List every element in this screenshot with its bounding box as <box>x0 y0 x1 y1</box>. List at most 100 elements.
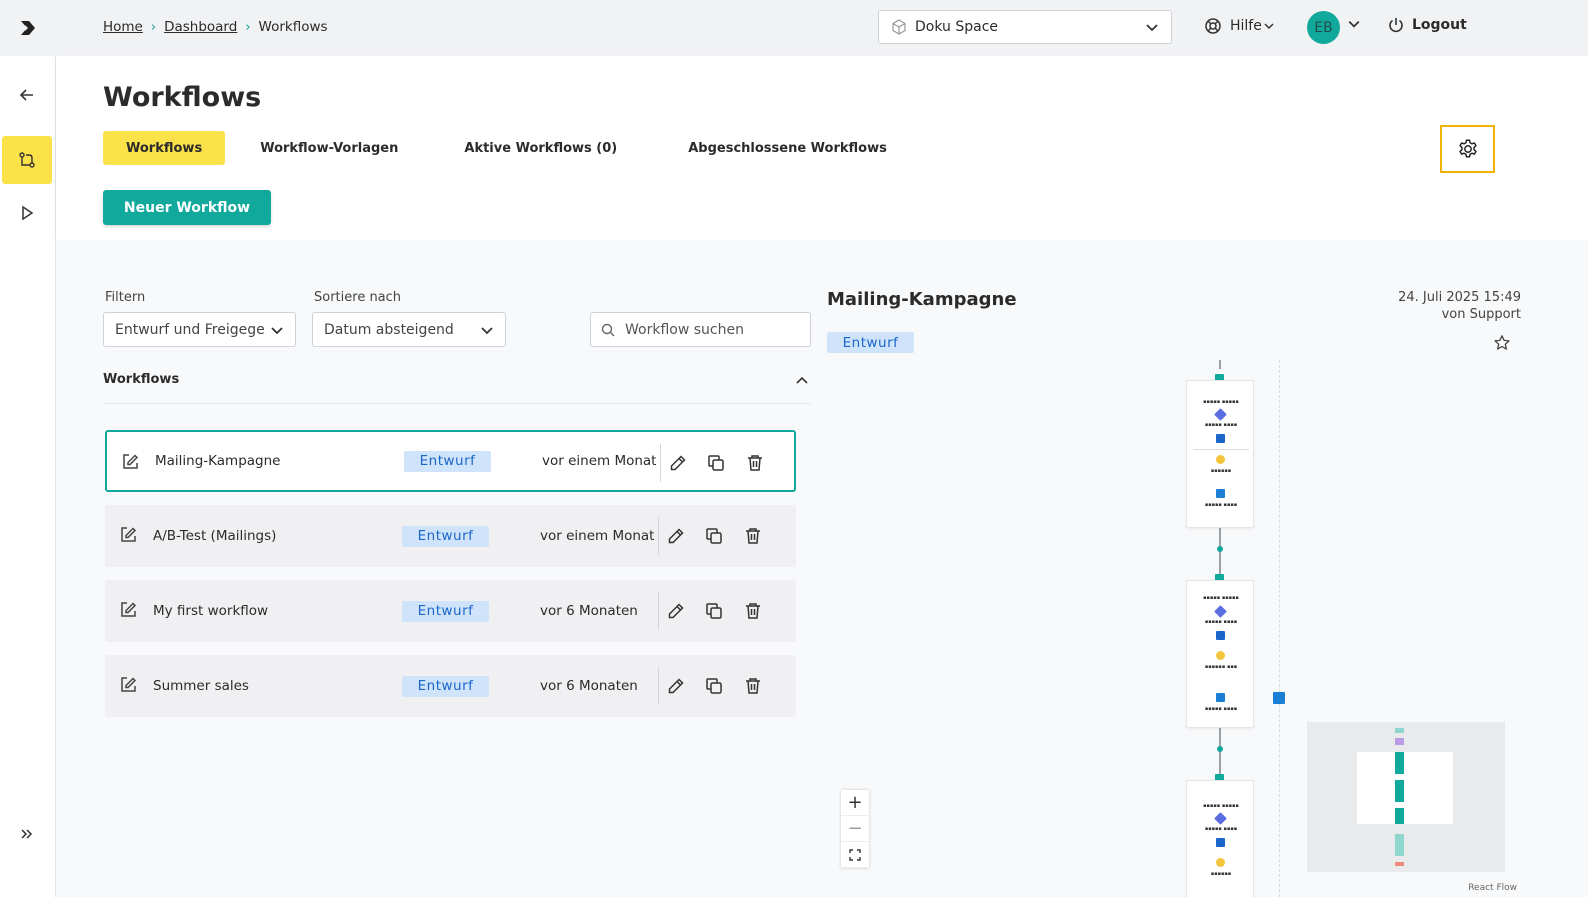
workflow-row[interactable]: Summer sales Entwurf vor 6 Monaten <box>105 655 796 717</box>
status-badge: Entwurf <box>402 525 489 547</box>
workflow-row[interactable]: Mailing-Kampagne Entwurf vor einem Monat <box>105 430 796 492</box>
chevron-right-icon: › <box>245 19 251 35</box>
pencil-icon <box>668 678 684 694</box>
workflow-name: A/B-Test (Mailings) <box>153 528 277 544</box>
pencil-icon <box>670 455 686 471</box>
breadcrumb-dashboard[interactable]: Dashboard <box>164 19 237 35</box>
status-badge: Entwurf <box>402 675 489 697</box>
trash-icon <box>746 678 760 694</box>
duplicate-button[interactable] <box>703 600 725 622</box>
workflows-section-header[interactable]: Workflows <box>103 372 811 404</box>
node-label-line: ▪▪▪▪▪ ▪▪▪▪ <box>1204 706 1238 712</box>
sidebar-item-workflows[interactable] <box>2 136 52 184</box>
edit-button[interactable] <box>665 600 687 622</box>
flow-node[interactable]: ▪▪▪▪▪ ▪▪▪▪▪ ▪▪▪▪▪ ▪▪▪▪ ▪▪▪▪▪▪ ▪▪▪▪▪ ▪▪▪▪ <box>1186 380 1254 528</box>
react-flow-attribution[interactable]: React Flow <box>1468 883 1517 893</box>
expand-sidebar-button[interactable] <box>2 810 52 858</box>
workflow-name: Summer sales <box>153 678 249 694</box>
send-icon <box>1216 489 1225 498</box>
workflow-date: vor einem Monat <box>540 528 655 544</box>
space-select[interactable]: Doku Space <box>878 10 1172 44</box>
tab-active-workflows[interactable]: Aktive Workflows (0) <box>441 131 640 165</box>
node-label-line: ▪▪▪▪▪▪ <box>1210 468 1232 474</box>
edit-square-icon <box>121 677 137 692</box>
detail-author: von Support <box>1441 307 1521 322</box>
logout-button[interactable]: Logout <box>1388 17 1467 33</box>
back-button[interactable] <box>2 71 52 119</box>
node-label-line: ▪▪▪▪▪ ▪▪▪▪▪ <box>1203 803 1239 809</box>
sort-select-value: Datum absteigend <box>324 321 454 338</box>
detail-status-badge: Entwurf <box>827 332 914 353</box>
tab-workflows[interactable]: Workflows <box>103 131 226 165</box>
avatar[interactable]: EB <box>1307 11 1340 44</box>
duplicate-button[interactable] <box>703 525 725 547</box>
delete-button[interactable] <box>742 675 764 697</box>
divider <box>658 517 659 555</box>
workflow-date: vor 6 Monaten <box>540 678 638 694</box>
flow-node[interactable]: ▪▪▪▪▪ ▪▪▪▪▪ ▪▪▪▪▪ ▪▪▪▪ ▪▪▪▪▪▪ ▪▪▪ ▪▪▪▪▪ … <box>1186 580 1254 728</box>
star-icon[interactable] <box>1493 334 1511 352</box>
minimap-node <box>1395 728 1404 733</box>
tab-workflow-templates[interactable]: Workflow-Vorlagen <box>237 131 421 165</box>
minimap-viewport <box>1357 752 1453 824</box>
workflow-row[interactable]: A/B-Test (Mailings) Entwurf vor einem Mo… <box>105 505 796 567</box>
edit-button[interactable] <box>667 452 689 474</box>
mailing-icon <box>1216 455 1225 464</box>
trash-icon <box>746 603 760 619</box>
diamond-icon <box>1214 605 1227 618</box>
fullscreen-icon <box>849 848 861 861</box>
flow-canvas[interactable]: ▪▪▪▪▪ ▪▪▪▪▪ ▪▪▪▪▪ ▪▪▪▪ ▪▪▪▪▪▪ ▪▪▪▪▪ ▪▪▪▪… <box>827 360 1521 897</box>
trash-icon <box>748 455 762 471</box>
tab-completed-workflows[interactable]: Abgeschlossene Workflows <box>665 131 910 165</box>
node-label-line: ▪▪▪▪▪▪ ▪▪▪ <box>1204 664 1238 670</box>
flow-edge <box>1219 728 1221 778</box>
copy-icon <box>706 603 722 619</box>
delete-button[interactable] <box>744 452 766 474</box>
delete-button[interactable] <box>742 525 764 547</box>
app-logo[interactable] <box>0 0 56 56</box>
detail-title: Mailing-Kampagne <box>827 289 1017 310</box>
delete-button[interactable] <box>742 600 764 622</box>
flow-node[interactable]: ▪▪▪▪▪ ▪▪▪▪▪ ▪▪▪▪▪ ▪▪▪▪ ▪▪▪▪▪▪ <box>1186 780 1254 897</box>
zoom-in-button[interactable]: + <box>841 790 869 816</box>
divider <box>658 667 659 705</box>
mailing-icon <box>1216 651 1225 660</box>
search-input[interactable] <box>625 321 795 338</box>
chevron-down-icon[interactable] <box>1348 18 1360 30</box>
section-title: Workflows <box>103 372 180 387</box>
copy-icon <box>706 528 722 544</box>
logo-icon <box>21 21 35 35</box>
help-menu[interactable]: Hilfe <box>1204 17 1274 35</box>
sort-select[interactable]: Datum absteigend <box>312 312 506 347</box>
edit-button[interactable] <box>665 525 687 547</box>
mailing-icon <box>1216 858 1225 867</box>
detail-meta: 24. Juli 2025 15:49 von Support <box>1398 289 1521 323</box>
filter-label: Filtern <box>105 290 146 305</box>
duplicate-button[interactable] <box>703 675 725 697</box>
workflow-date: vor 6 Monaten <box>540 603 638 619</box>
workflow-row[interactable]: My first workflow Entwurf vor 6 Monaten <box>105 580 796 642</box>
minimap-node <box>1395 738 1404 745</box>
minimap[interactable] <box>1307 722 1505 872</box>
zoom-out-button[interactable]: − <box>841 816 869 842</box>
minimap-node <box>1395 862 1404 866</box>
workflow-name: Mailing-Kampagne <box>155 453 281 469</box>
cube-icon <box>892 19 906 35</box>
chevron-right-icon: › <box>150 19 157 35</box>
workflow-name: My first workflow <box>153 603 269 619</box>
node-divider <box>1193 449 1249 450</box>
refresh-node-icon[interactable] <box>1273 692 1285 704</box>
edit-button[interactable] <box>665 675 687 697</box>
new-workflow-button[interactable]: Neuer Workflow <box>103 190 271 225</box>
divider <box>660 444 661 482</box>
fit-view-button[interactable] <box>841 842 869 868</box>
settings-button[interactable] <box>1440 125 1495 173</box>
pencil-icon <box>668 603 684 619</box>
sidebar-item-run[interactable] <box>2 189 52 237</box>
tabs: Workflows Workflow-Vorlagen Aktive Workf… <box>103 131 922 165</box>
breadcrumb-home[interactable]: Home <box>103 19 143 35</box>
filter-select[interactable]: Entwurf und Freigege <box>103 312 296 347</box>
chevron-down-icon <box>1146 24 1158 32</box>
flow-edge <box>1219 360 1221 369</box>
duplicate-button[interactable] <box>705 452 727 474</box>
